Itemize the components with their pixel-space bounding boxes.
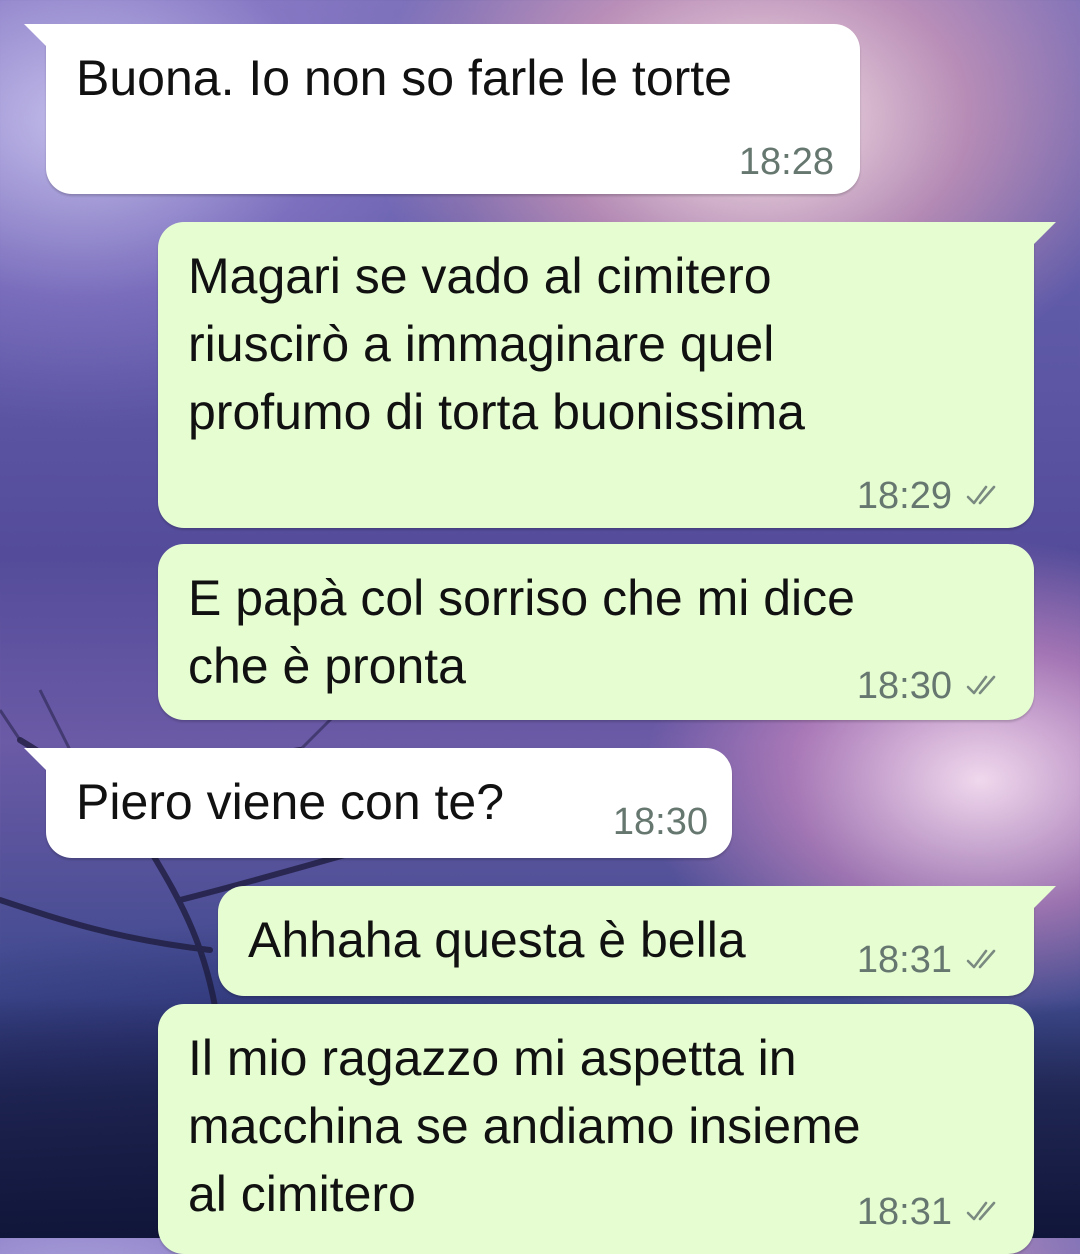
message-text: Piero viene con te?: [76, 774, 505, 830]
message-bubble-outgoing[interactable]: Ahhaha questa è bella 18:31: [218, 886, 1056, 996]
message-time: 18:31: [856, 939, 952, 981]
message-bubble-outgoing[interactable]: E papà col sorriso che mi dice che è pro…: [158, 544, 1034, 720]
message-bubble-incoming[interactable]: Piero viene con te? 18:30: [24, 748, 732, 858]
message-meta: 18:30: [613, 800, 708, 844]
message-meta: 18:29: [857, 474, 1004, 518]
message-time: 18:31: [856, 1191, 952, 1233]
message-time: 18:28: [738, 141, 834, 183]
message-time: 18:30: [856, 665, 952, 707]
message-text: Magari se vado al cimitero riuscirò a im…: [188, 248, 805, 440]
message-text: E papà col sorriso che mi dice che è pro…: [188, 570, 855, 694]
message-meta: 18:30: [857, 664, 1004, 708]
double-check-icon: [966, 485, 996, 505]
message-time: 18:30: [612, 801, 708, 843]
bubble-tail: [24, 748, 48, 772]
double-check-icon: [966, 675, 996, 695]
message-text: Buona. Io non so farle le torte: [76, 50, 732, 106]
bubble-tail: [1032, 222, 1056, 246]
bubble-tail: [1032, 886, 1056, 910]
message-time: 18:29: [856, 475, 952, 517]
chat-message-list[interactable]: Buona. Io non so farle le torte 18:28 Ma…: [0, 0, 1080, 1254]
bubble-tail: [24, 24, 48, 48]
message-meta: 18:31: [857, 938, 1004, 982]
message-bubble-outgoing[interactable]: Magari se vado al cimitero riuscirò a im…: [158, 222, 1056, 528]
message-text: Ahhaha questa è bella: [248, 912, 746, 968]
double-check-icon: [966, 949, 996, 969]
message-bubble-incoming[interactable]: Buona. Io non so farle le torte 18:28: [24, 24, 860, 194]
message-text: Il mio ragazzo mi aspetta in macchina se…: [188, 1030, 861, 1222]
message-meta: 18:28: [739, 140, 834, 184]
message-meta: 18:31: [857, 1190, 1004, 1234]
message-bubble-outgoing[interactable]: Il mio ragazzo mi aspetta in macchina se…: [158, 1004, 1034, 1254]
double-check-icon: [966, 1201, 996, 1221]
